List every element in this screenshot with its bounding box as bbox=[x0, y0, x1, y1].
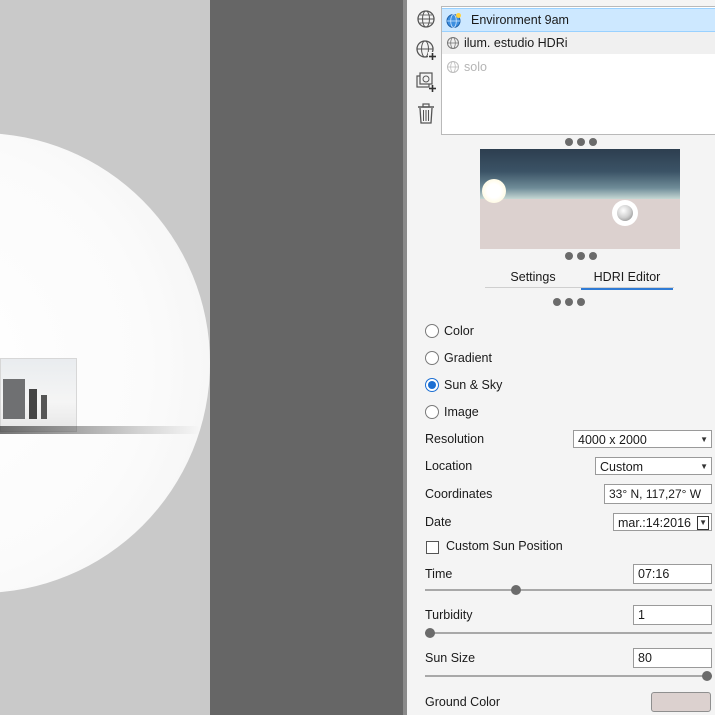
delete-icon[interactable] bbox=[415, 102, 437, 124]
ground-shadow bbox=[0, 426, 200, 434]
render-viewport[interactable] bbox=[0, 0, 210, 715]
sun-size-slider-thumb[interactable] bbox=[702, 671, 712, 681]
list-item-ilum-estudio-hdri[interactable]: ilum. estudio HDRi bbox=[442, 32, 715, 54]
globe-icon bbox=[447, 37, 459, 49]
environments-panel: Environment 9am ilum. estudio HDRi solo bbox=[407, 0, 715, 715]
environment-list[interactable]: Environment 9am ilum. estudio HDRi solo bbox=[441, 6, 715, 135]
sun-marker[interactable] bbox=[482, 179, 506, 203]
turbidity-slider-thumb[interactable] bbox=[425, 628, 435, 638]
radio-label-color: Color bbox=[444, 324, 474, 338]
resolution-select[interactable]: 4000 x 2000 ▼ bbox=[573, 430, 712, 448]
date-label: Date bbox=[425, 515, 452, 529]
scene-model bbox=[0, 358, 77, 432]
sun-size-slider-track[interactable] bbox=[425, 675, 712, 677]
time-label: Time bbox=[425, 567, 453, 581]
location-value: Custom bbox=[600, 460, 644, 474]
location-select[interactable]: Custom ▼ bbox=[595, 457, 712, 475]
radio-label-gradient: Gradient bbox=[444, 351, 492, 365]
add-environment-icon[interactable] bbox=[415, 39, 437, 61]
coordinates-field[interactable]: 33° N, 117,27° W bbox=[604, 484, 712, 504]
hdri-preview[interactable] bbox=[480, 149, 680, 249]
time-field[interactable]: 07:16 bbox=[633, 564, 712, 584]
radio-label-image: Image bbox=[444, 405, 479, 419]
chevron-down-icon: ▼ bbox=[700, 435, 708, 444]
coordinates-label: Coordinates bbox=[425, 487, 493, 501]
chevron-down-icon: ▼ bbox=[700, 462, 708, 471]
tab-settings[interactable]: Settings bbox=[503, 268, 563, 288]
model-part bbox=[29, 389, 37, 419]
duplicate-environment-icon[interactable] bbox=[415, 71, 437, 93]
chevron-down-icon[interactable]: ▼ bbox=[697, 516, 709, 530]
sun-sky-globe-icon bbox=[446, 13, 461, 28]
model-part bbox=[41, 395, 47, 419]
date-value: mar.:14:2016 bbox=[618, 516, 691, 530]
radio-label-sun-sky: Sun & Sky bbox=[444, 378, 503, 392]
sun-size-field[interactable]: 80 bbox=[633, 648, 712, 668]
turbidity-slider-track[interactable] bbox=[425, 632, 712, 634]
list-item-environment-9am[interactable]: Environment 9am bbox=[442, 8, 715, 32]
custom-sun-position-checkbox[interactable] bbox=[426, 541, 439, 554]
list-item-label: solo bbox=[464, 60, 487, 74]
time-slider-track[interactable] bbox=[425, 589, 712, 591]
globe-icon bbox=[447, 61, 459, 73]
ground-color-swatch[interactable] bbox=[651, 692, 711, 712]
turbidity-label: Turbidity bbox=[425, 608, 473, 622]
viewport-background bbox=[210, 0, 403, 715]
resize-grip[interactable] bbox=[561, 138, 601, 146]
list-item-label: ilum. estudio HDRi bbox=[464, 36, 568, 50]
radio-image[interactable] bbox=[425, 405, 439, 419]
turbidity-field[interactable]: 1 bbox=[633, 605, 712, 625]
radio-sun-sky[interactable] bbox=[425, 378, 439, 392]
list-item-solo[interactable]: solo bbox=[442, 56, 715, 78]
list-item-label: Environment 9am bbox=[471, 13, 569, 27]
resize-grip[interactable] bbox=[549, 298, 589, 306]
sky-gradient bbox=[480, 149, 680, 199]
resolution-value: 4000 x 2000 bbox=[578, 433, 647, 447]
radio-gradient[interactable] bbox=[425, 351, 439, 365]
ground-color-label: Ground Color bbox=[425, 695, 501, 709]
date-picker[interactable]: mar.:14:2016 ▼ bbox=[613, 513, 712, 531]
light-probe-sphere bbox=[612, 200, 638, 226]
environment-globe-icon[interactable] bbox=[415, 8, 437, 30]
resize-grip[interactable] bbox=[561, 252, 601, 260]
custom-sun-position-label: Custom Sun Position bbox=[446, 539, 563, 553]
tab-divider bbox=[485, 287, 674, 288]
model-part bbox=[3, 379, 25, 419]
time-slider-thumb[interactable] bbox=[510, 585, 521, 595]
ground-area bbox=[480, 199, 680, 249]
resolution-label: Resolution bbox=[425, 432, 485, 446]
sun-size-label: Sun Size bbox=[425, 651, 476, 665]
location-label: Location bbox=[425, 459, 473, 473]
radio-color[interactable] bbox=[425, 324, 439, 338]
